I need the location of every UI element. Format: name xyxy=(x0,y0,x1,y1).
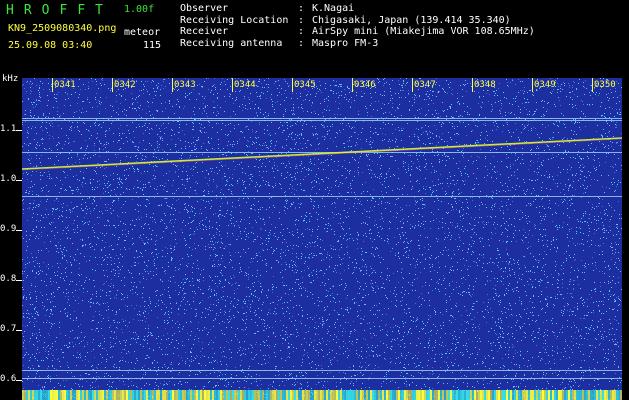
title-letter: O xyxy=(41,3,50,18)
x-tick-label: 0349 xyxy=(534,80,556,90)
x-tick-label: 0343 xyxy=(174,80,196,90)
x-tick-mark xyxy=(472,78,473,92)
x-tick-label: 0341 xyxy=(54,80,76,90)
title-letter: F xyxy=(77,3,86,18)
y-tick-label: 0.7 xyxy=(0,324,17,334)
info-row-antenna: Receiving antenna: Maspro FM-3 xyxy=(180,37,379,49)
x-tick-mark xyxy=(592,78,593,92)
app-version: 1.00f xyxy=(124,4,155,15)
x-tick-label: 0350 xyxy=(594,80,616,90)
spectrogram-canvas xyxy=(22,78,622,400)
title-letter: F xyxy=(59,3,68,18)
title-letter: H xyxy=(6,3,14,18)
y-tick-label: 0.9 xyxy=(0,224,17,234)
x-tick-label: 0346 xyxy=(354,80,376,90)
y-axis-unit: kHz xyxy=(2,74,19,84)
info-row-observer: Observer: K.Nagai xyxy=(180,3,355,14)
info-row-receiver: Receiver: AirSpy mini (Miakejima VOR 108.… xyxy=(180,26,535,37)
x-tick-mark xyxy=(172,78,173,92)
x-tick-label: 0345 xyxy=(294,80,316,90)
x-tick-label: 0344 xyxy=(234,80,256,90)
x-tick-mark xyxy=(232,78,233,92)
app-title: HROFFT xyxy=(6,3,103,18)
spectrogram xyxy=(22,78,622,400)
datetime: 25.09.08 03:40 xyxy=(8,40,93,51)
y-tick-label: 1.0 xyxy=(0,174,17,184)
info-row-location: Receiving Location: Chigasaki, Japan (139… xyxy=(180,14,511,26)
title-letter: R xyxy=(23,3,32,18)
x-tick-mark xyxy=(352,78,353,92)
file-name: KN9_2509080340.png xyxy=(8,23,117,34)
meteor-count: 115 xyxy=(143,40,162,51)
x-tick-label: 0348 xyxy=(474,80,496,90)
x-tick-label: 0347 xyxy=(414,80,436,90)
x-tick-mark xyxy=(532,78,533,92)
x-tick-mark xyxy=(292,78,293,92)
mode-label: meteor xyxy=(124,27,161,38)
x-tick-mark xyxy=(112,78,113,92)
y-tick-label: 0.6 xyxy=(0,374,17,384)
title-letter: T xyxy=(95,3,103,18)
hrofft-window: HROFFT 1.00f KN9_2509080340.png meteor 2… xyxy=(0,0,629,400)
x-tick-mark xyxy=(52,78,53,92)
y-tick-label: 1.1 xyxy=(0,124,17,134)
y-tick-label: 0.8 xyxy=(0,274,17,284)
x-tick-label: 0342 xyxy=(114,80,136,90)
x-tick-mark xyxy=(412,78,413,92)
observation-info: Observer: K.Nagai Receiving Location: Chig… xyxy=(180,3,535,49)
